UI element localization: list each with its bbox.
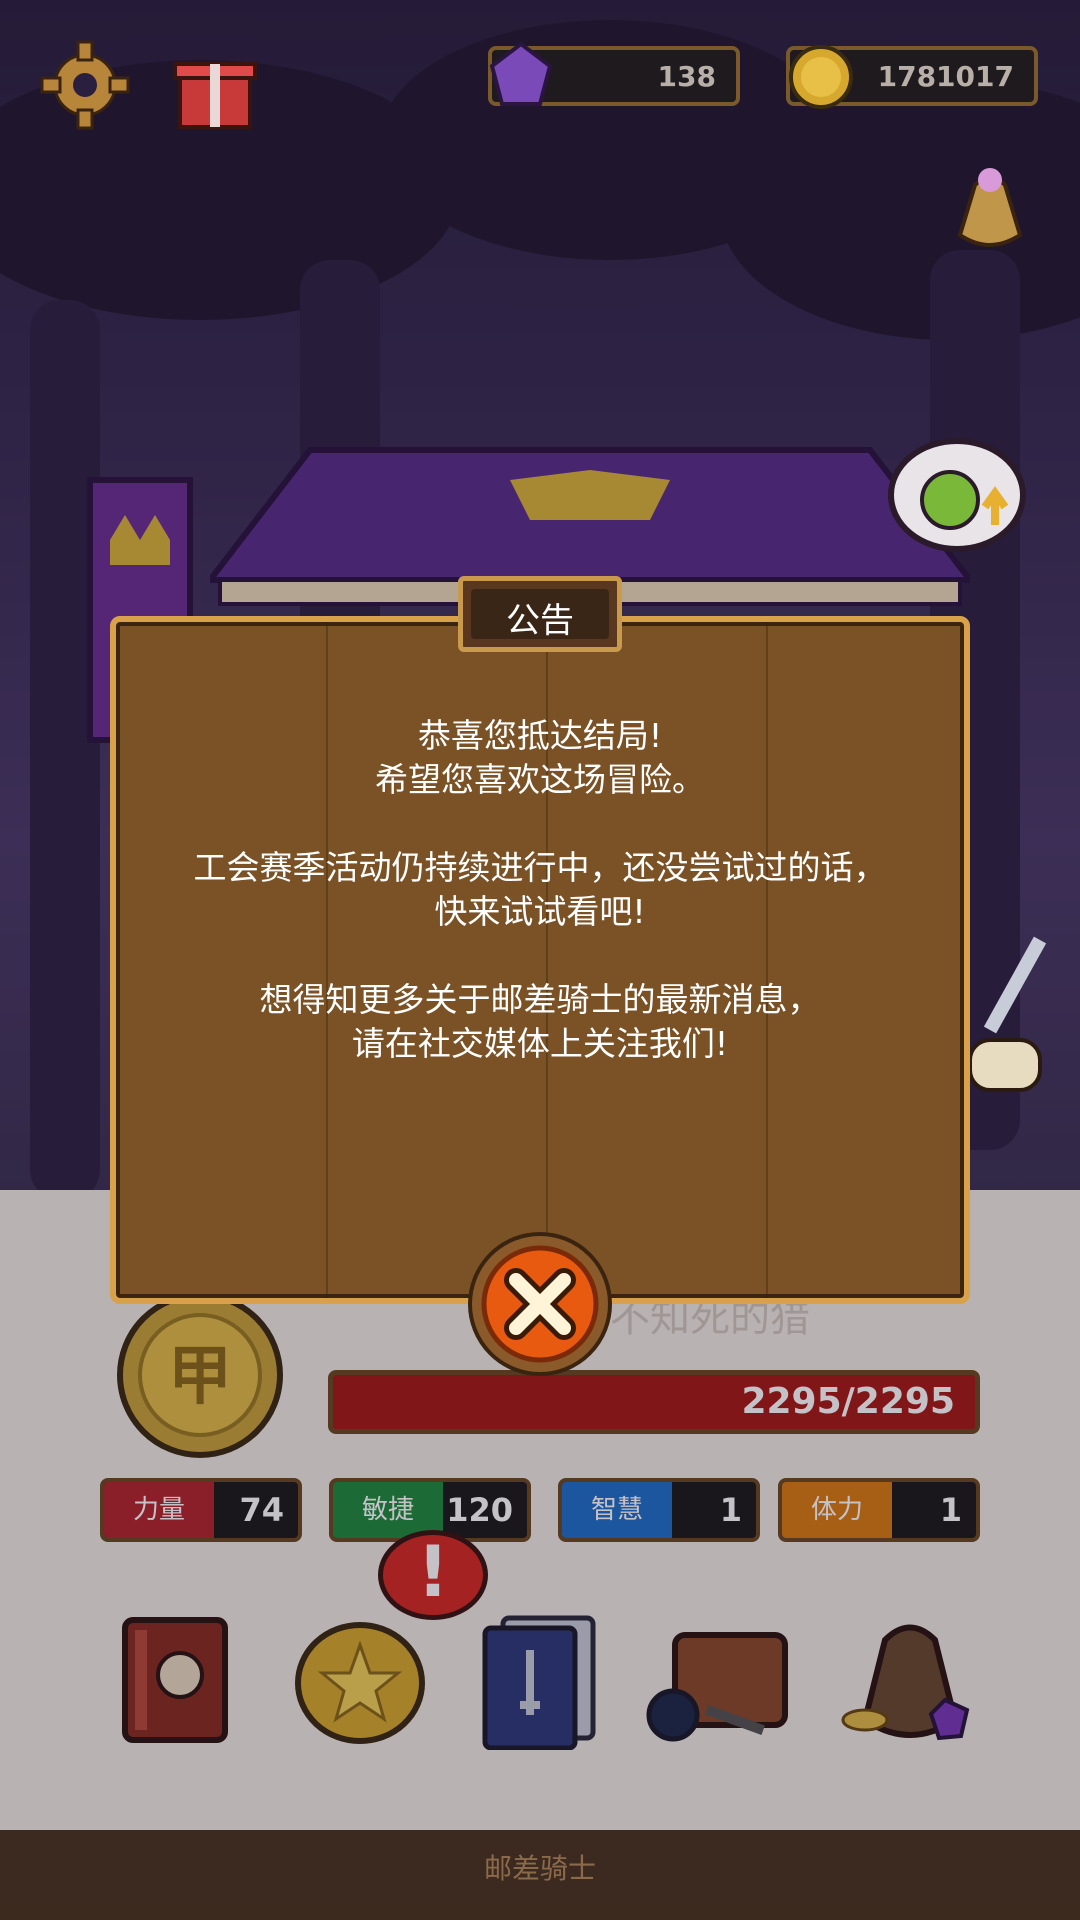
gem-count: 138 (657, 60, 716, 93)
gem-icon (489, 41, 553, 106)
message-line: 快来试试看吧! (434, 892, 646, 931)
potion-upgrade-icon[interactable] (885, 435, 1035, 565)
gift-box-icon[interactable] (170, 42, 260, 132)
message-line: 想得知更多关于邮差骑士的最新消息， (259, 980, 821, 1019)
message-line: 工会赛季活动仍持续进行中，还没尝试过的话， (193, 848, 887, 887)
loot-bag-icon[interactable] (950, 160, 1030, 250)
close-icon (504, 1268, 576, 1340)
message-line: 恭喜您抵达结局! (417, 716, 663, 755)
gem-counter[interactable]: 138 (488, 41, 740, 106)
settings-gear-icon[interactable] (40, 40, 130, 130)
gold-coin-icon (789, 45, 853, 109)
gold-count: 1781017 (877, 60, 1014, 93)
close-button[interactable] (466, 1230, 614, 1378)
gold-counter[interactable]: 1781017 (786, 45, 1038, 109)
message-line: 请在社交媒体上关注我们! (351, 1024, 729, 1063)
dialog-title-plate: 公告 (458, 576, 622, 652)
message-line: 希望您喜欢这场冒险。 (375, 760, 705, 799)
scroll-sword-icon[interactable] (960, 930, 1060, 1100)
dialog-title: 公告 (506, 601, 574, 641)
app-name-footer: 邮差骑士 (483, 1852, 596, 1885)
